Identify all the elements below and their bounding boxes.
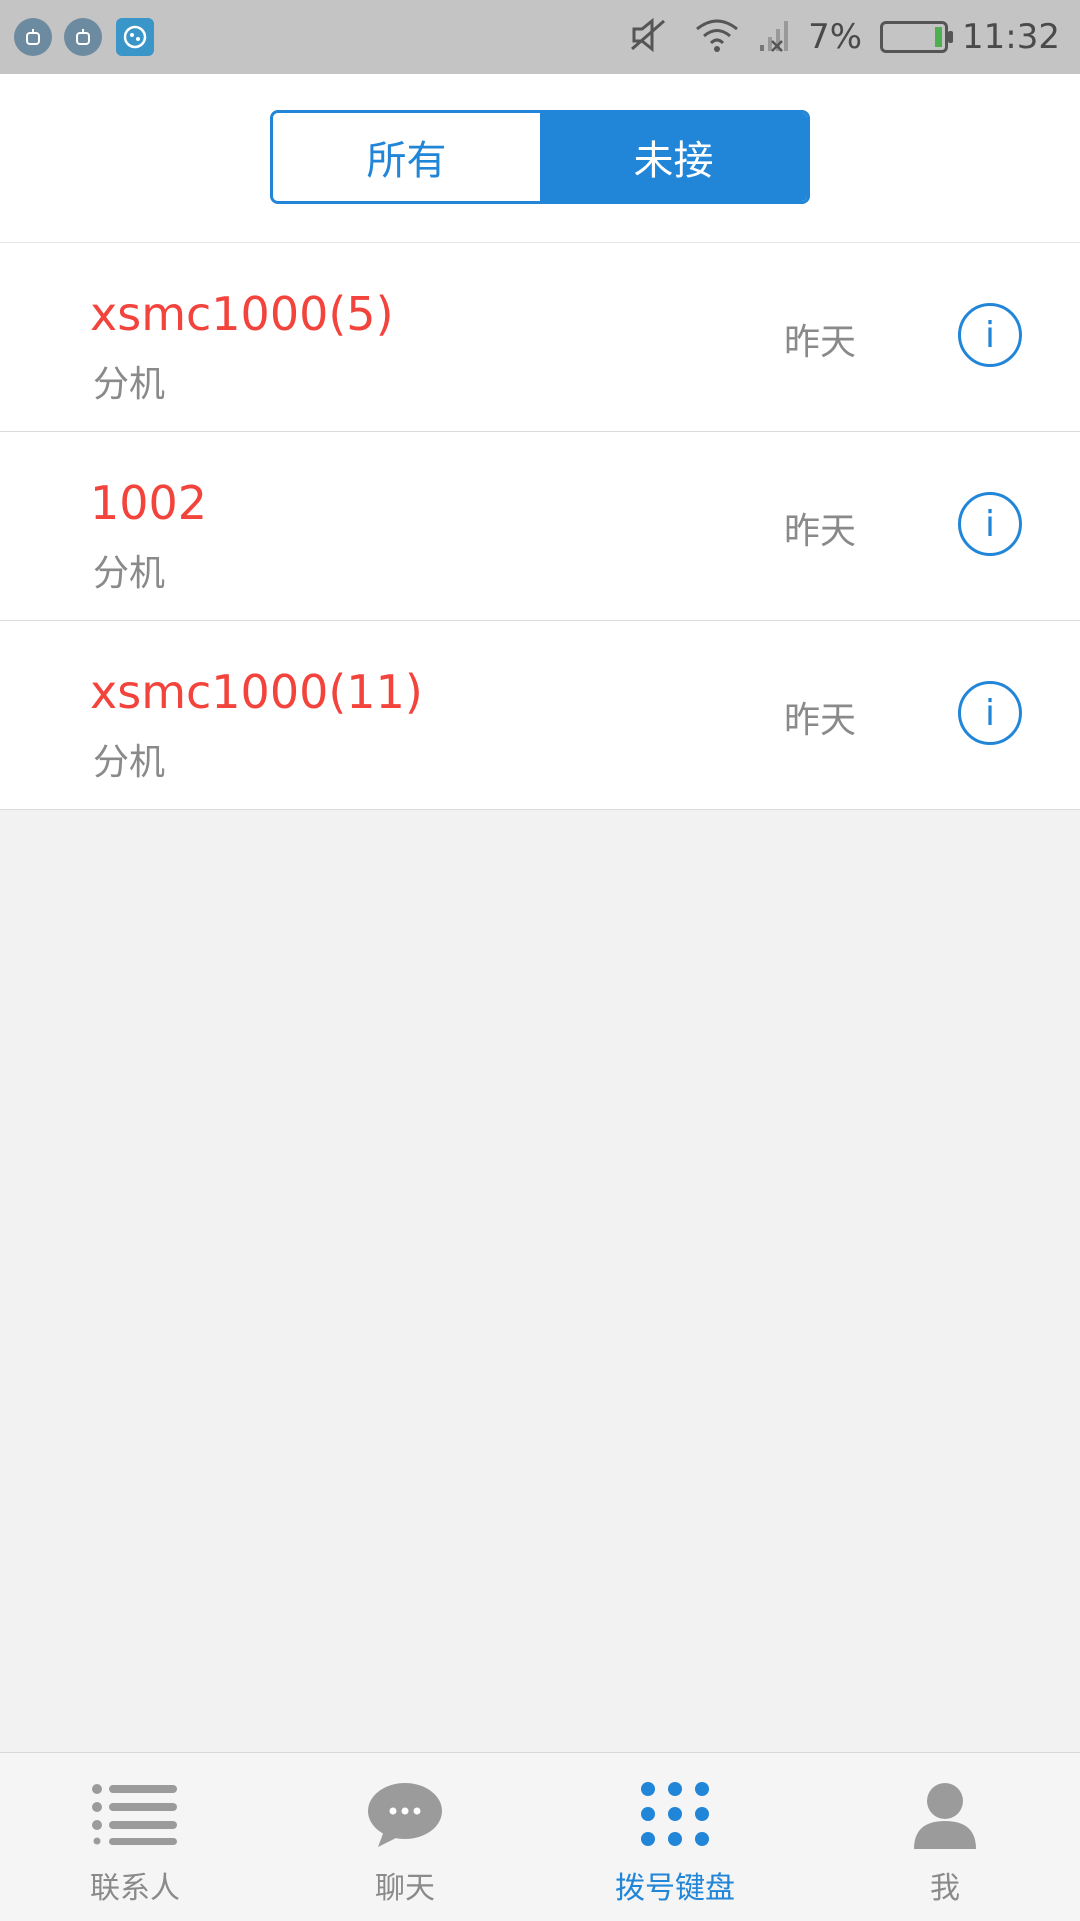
dialpad-icon bbox=[641, 1782, 709, 1846]
clock: 11:32 bbox=[962, 17, 1060, 57]
call-log-list: xsmc1000(5) 分机 昨天 i 1002 分机 昨天 i xsmc100… bbox=[0, 243, 1080, 810]
call-log-row[interactable]: xsmc1000(11) 分机 昨天 i bbox=[0, 621, 1080, 810]
nav-chat[interactable]: 聊天 bbox=[270, 1753, 540, 1921]
status-bar: 7% 11:32 bbox=[0, 0, 1080, 74]
android-debug-icon bbox=[14, 18, 52, 56]
tab-all-calls[interactable]: 所有 bbox=[273, 113, 540, 201]
nav-dialpad[interactable]: 拨号键盘 bbox=[540, 1753, 810, 1921]
bottom-navigation: 联系人 聊天 拨号键盘 我 bbox=[0, 1752, 1080, 1921]
caller-name: 1002 bbox=[90, 476, 208, 530]
call-date: 昨天 bbox=[784, 511, 857, 552]
nav-contacts[interactable]: 联系人 bbox=[0, 1753, 270, 1921]
nav-me-label: 我 bbox=[930, 1871, 960, 1906]
status-right-group: 7% 11:32 bbox=[628, 14, 1060, 60]
contacts-list-icon bbox=[92, 1784, 177, 1845]
wifi-icon bbox=[694, 17, 740, 57]
tab-missed-calls[interactable]: 未接 bbox=[540, 113, 807, 201]
call-log-row[interactable]: xsmc1000(5) 分机 昨天 i bbox=[0, 243, 1080, 432]
info-icon[interactable]: i bbox=[958, 681, 1022, 745]
caller-type: 分机 bbox=[93, 553, 166, 594]
caller-type: 分机 bbox=[93, 364, 166, 405]
info-icon[interactable]: i bbox=[958, 492, 1022, 556]
nav-dialpad-label: 拨号键盘 bbox=[615, 1871, 735, 1906]
battery-icon bbox=[880, 21, 954, 53]
app-notification-icon bbox=[116, 18, 154, 56]
call-filter-segmented-control: 所有 未接 bbox=[270, 110, 810, 204]
android-debug-icon-2 bbox=[64, 18, 102, 56]
info-icon[interactable]: i bbox=[958, 303, 1022, 367]
call-date: 昨天 bbox=[784, 322, 857, 363]
call-date: 昨天 bbox=[784, 700, 857, 741]
caller-name: xsmc1000(5) bbox=[90, 287, 394, 341]
caller-type: 分机 bbox=[93, 742, 166, 783]
calls-header: 所有 未接 bbox=[0, 74, 1080, 243]
chat-bubble-icon bbox=[368, 1783, 442, 1847]
battery-percent: 7% bbox=[808, 17, 863, 57]
nav-me[interactable]: 我 bbox=[810, 1753, 1080, 1921]
user-profile-icon bbox=[914, 1783, 976, 1849]
nav-contacts-label: 联系人 bbox=[90, 1871, 180, 1906]
call-log-row[interactable]: 1002 分机 昨天 i bbox=[0, 432, 1080, 621]
mute-icon bbox=[628, 17, 668, 57]
nav-chat-label: 聊天 bbox=[375, 1871, 435, 1906]
signal-icon bbox=[758, 17, 792, 57]
caller-name: xsmc1000(11) bbox=[90, 665, 423, 719]
